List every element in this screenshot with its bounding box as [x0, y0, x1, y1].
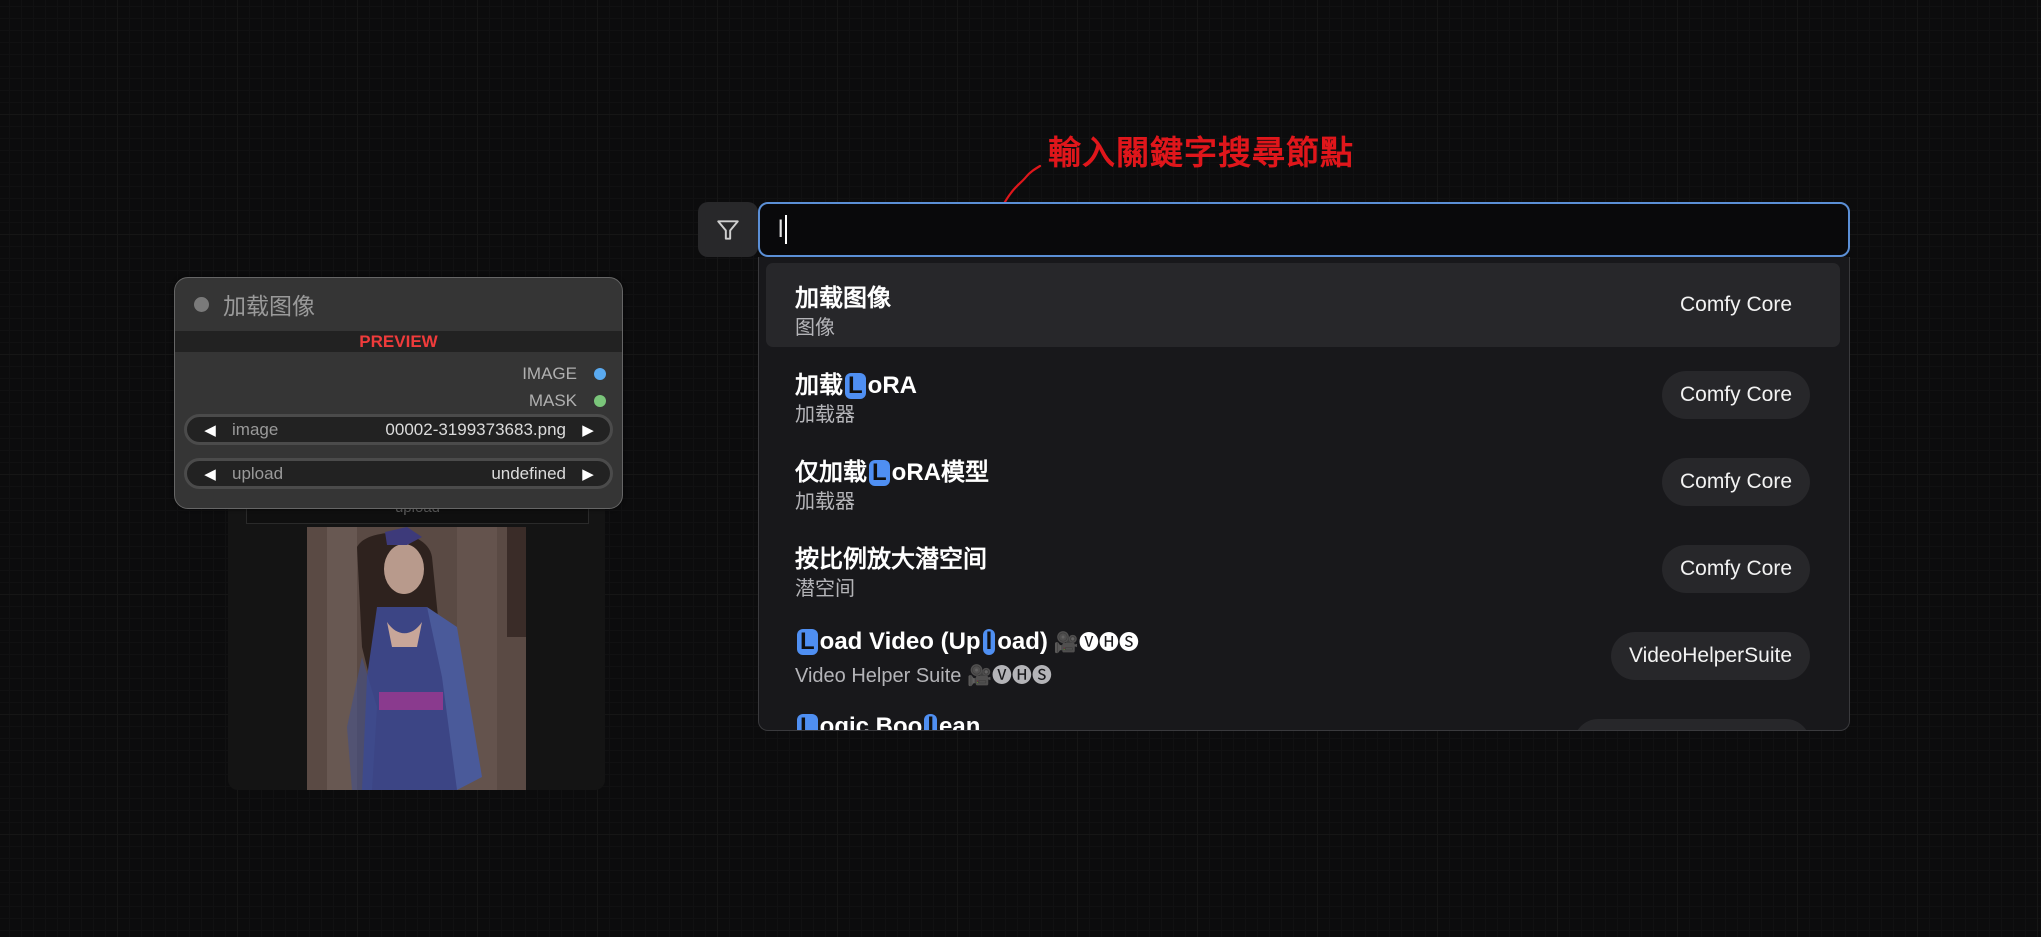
result-category: 图像 [795, 317, 835, 339]
load-image-node[interactable]: 加载图像 PREVIEW IMAGE MASK ◀ image 00002-31… [174, 277, 623, 509]
increment-arrow-icon[interactable]: ▶ [578, 465, 598, 483]
result-title: 仅加载 LoRA模型 [795, 452, 989, 487]
result-title: Load Video (Up l oad) 🎥🅥🅗🅢 [795, 626, 1139, 656]
search-result-item[interactable]: Load Video (Up l oad) 🎥🅥🅗🅢 Video Helper Suit… [766, 611, 1840, 695]
match-highlight: L [797, 714, 818, 730]
title-segment: ean [939, 713, 981, 731]
result-title: 加载 LoRA [795, 365, 917, 400]
result-category: Video Helper Suite 🎥🅥🅗🅢 [795, 665, 1052, 687]
widget-label: image [232, 419, 279, 439]
output-mask: MASK [529, 391, 606, 411]
source-badge: Comfy Core [1661, 371, 1810, 419]
source-badge [1574, 719, 1810, 730]
output-label: IMAGE [522, 364, 577, 383]
widget-label: upload [232, 463, 284, 483]
upload-combo-widget[interactable]: ◀ upload undefined ▶ [184, 458, 613, 489]
image-combo-widget[interactable]: ◀ image 00002-3199373683.png ▶ [184, 414, 613, 445]
widget-value[interactable]: undefined [491, 464, 566, 484]
title-segment: oad Video (Up [819, 628, 981, 655]
decrement-arrow-icon[interactable]: ◀ [200, 465, 220, 483]
result-title: Logic Boo l ean [795, 713, 981, 731]
result-title: 加载图像 [795, 278, 891, 313]
output-slot-mask[interactable] [594, 395, 606, 407]
match-highlight: L [845, 373, 866, 399]
title-segment: 加载 [795, 372, 843, 399]
result-category: 加载器 [795, 491, 855, 513]
vhs-emoji-icon: 🎥🅥🅗🅢 [1053, 632, 1139, 654]
widget-value[interactable]: 00002-3199373683.png [385, 420, 566, 440]
match-highlight: L [797, 629, 818, 655]
node-search-input[interactable] [758, 202, 1850, 257]
search-result-item[interactable]: 加载图像图像 Comfy Core [766, 263, 1840, 347]
node-title: 加载图像 [223, 293, 315, 319]
text-caret [785, 215, 787, 244]
output-image: IMAGE [522, 364, 606, 384]
title-segment: 仅加载 [795, 459, 867, 486]
match-highlight: L [869, 460, 890, 486]
result-category: 加载器 [795, 404, 855, 426]
filter-button[interactable] [698, 202, 758, 257]
search-result-item[interactable]: 加载 LoRA 加载器 Comfy Core [766, 350, 1840, 434]
increment-arrow-icon[interactable]: ▶ [578, 421, 598, 439]
annotation-text: 輸入關鍵字搜尋節點 [1048, 134, 1354, 171]
node-collapse-dot[interactable] [194, 296, 209, 312]
source-badge: VideoHelperSuite [1610, 632, 1810, 680]
result-title: 按比例放大潜空间 [795, 539, 987, 574]
preview-label: PREVIEW [175, 331, 622, 352]
title-segment: oRA [867, 372, 917, 399]
output-label: MASK [528, 391, 577, 410]
search-result-item[interactable]: 按比例放大潜空间潜空间 Comfy Core [766, 524, 1840, 608]
match-highlight: l [982, 629, 996, 655]
title-segment: 加载图像 [795, 285, 891, 312]
title-segment: oRA模型 [891, 459, 989, 486]
title-segment: oad) [997, 628, 1048, 655]
result-category: 潜空间 [795, 578, 855, 600]
node-title-bar[interactable]: 加载图像 [175, 278, 622, 330]
search-results-list[interactable]: 加载图像 图像 Comfy Core 加载 LoRA 加载器 Comfy Core 仅加载 Lo… [758, 257, 1850, 731]
match-highlight: l [924, 714, 937, 730]
preview-image [307, 527, 526, 790]
title-segment: 按比例放大潜空间 [795, 546, 987, 573]
title-segment: ogic Boo [819, 713, 923, 731]
search-result-item[interactable]: Logic Boo l ean [766, 698, 1840, 731]
source-badge: Comfy Core [1661, 545, 1810, 593]
source-badge: Comfy Core [1679, 293, 1792, 316]
decrement-arrow-icon[interactable]: ◀ [200, 421, 220, 439]
search-result-item[interactable]: 仅加载 LoRA模型加载器 Comfy Core [766, 437, 1840, 521]
filter-funnel-icon [717, 219, 739, 240]
source-badge: Comfy Core [1661, 458, 1810, 506]
output-slot-image[interactable] [594, 368, 606, 380]
